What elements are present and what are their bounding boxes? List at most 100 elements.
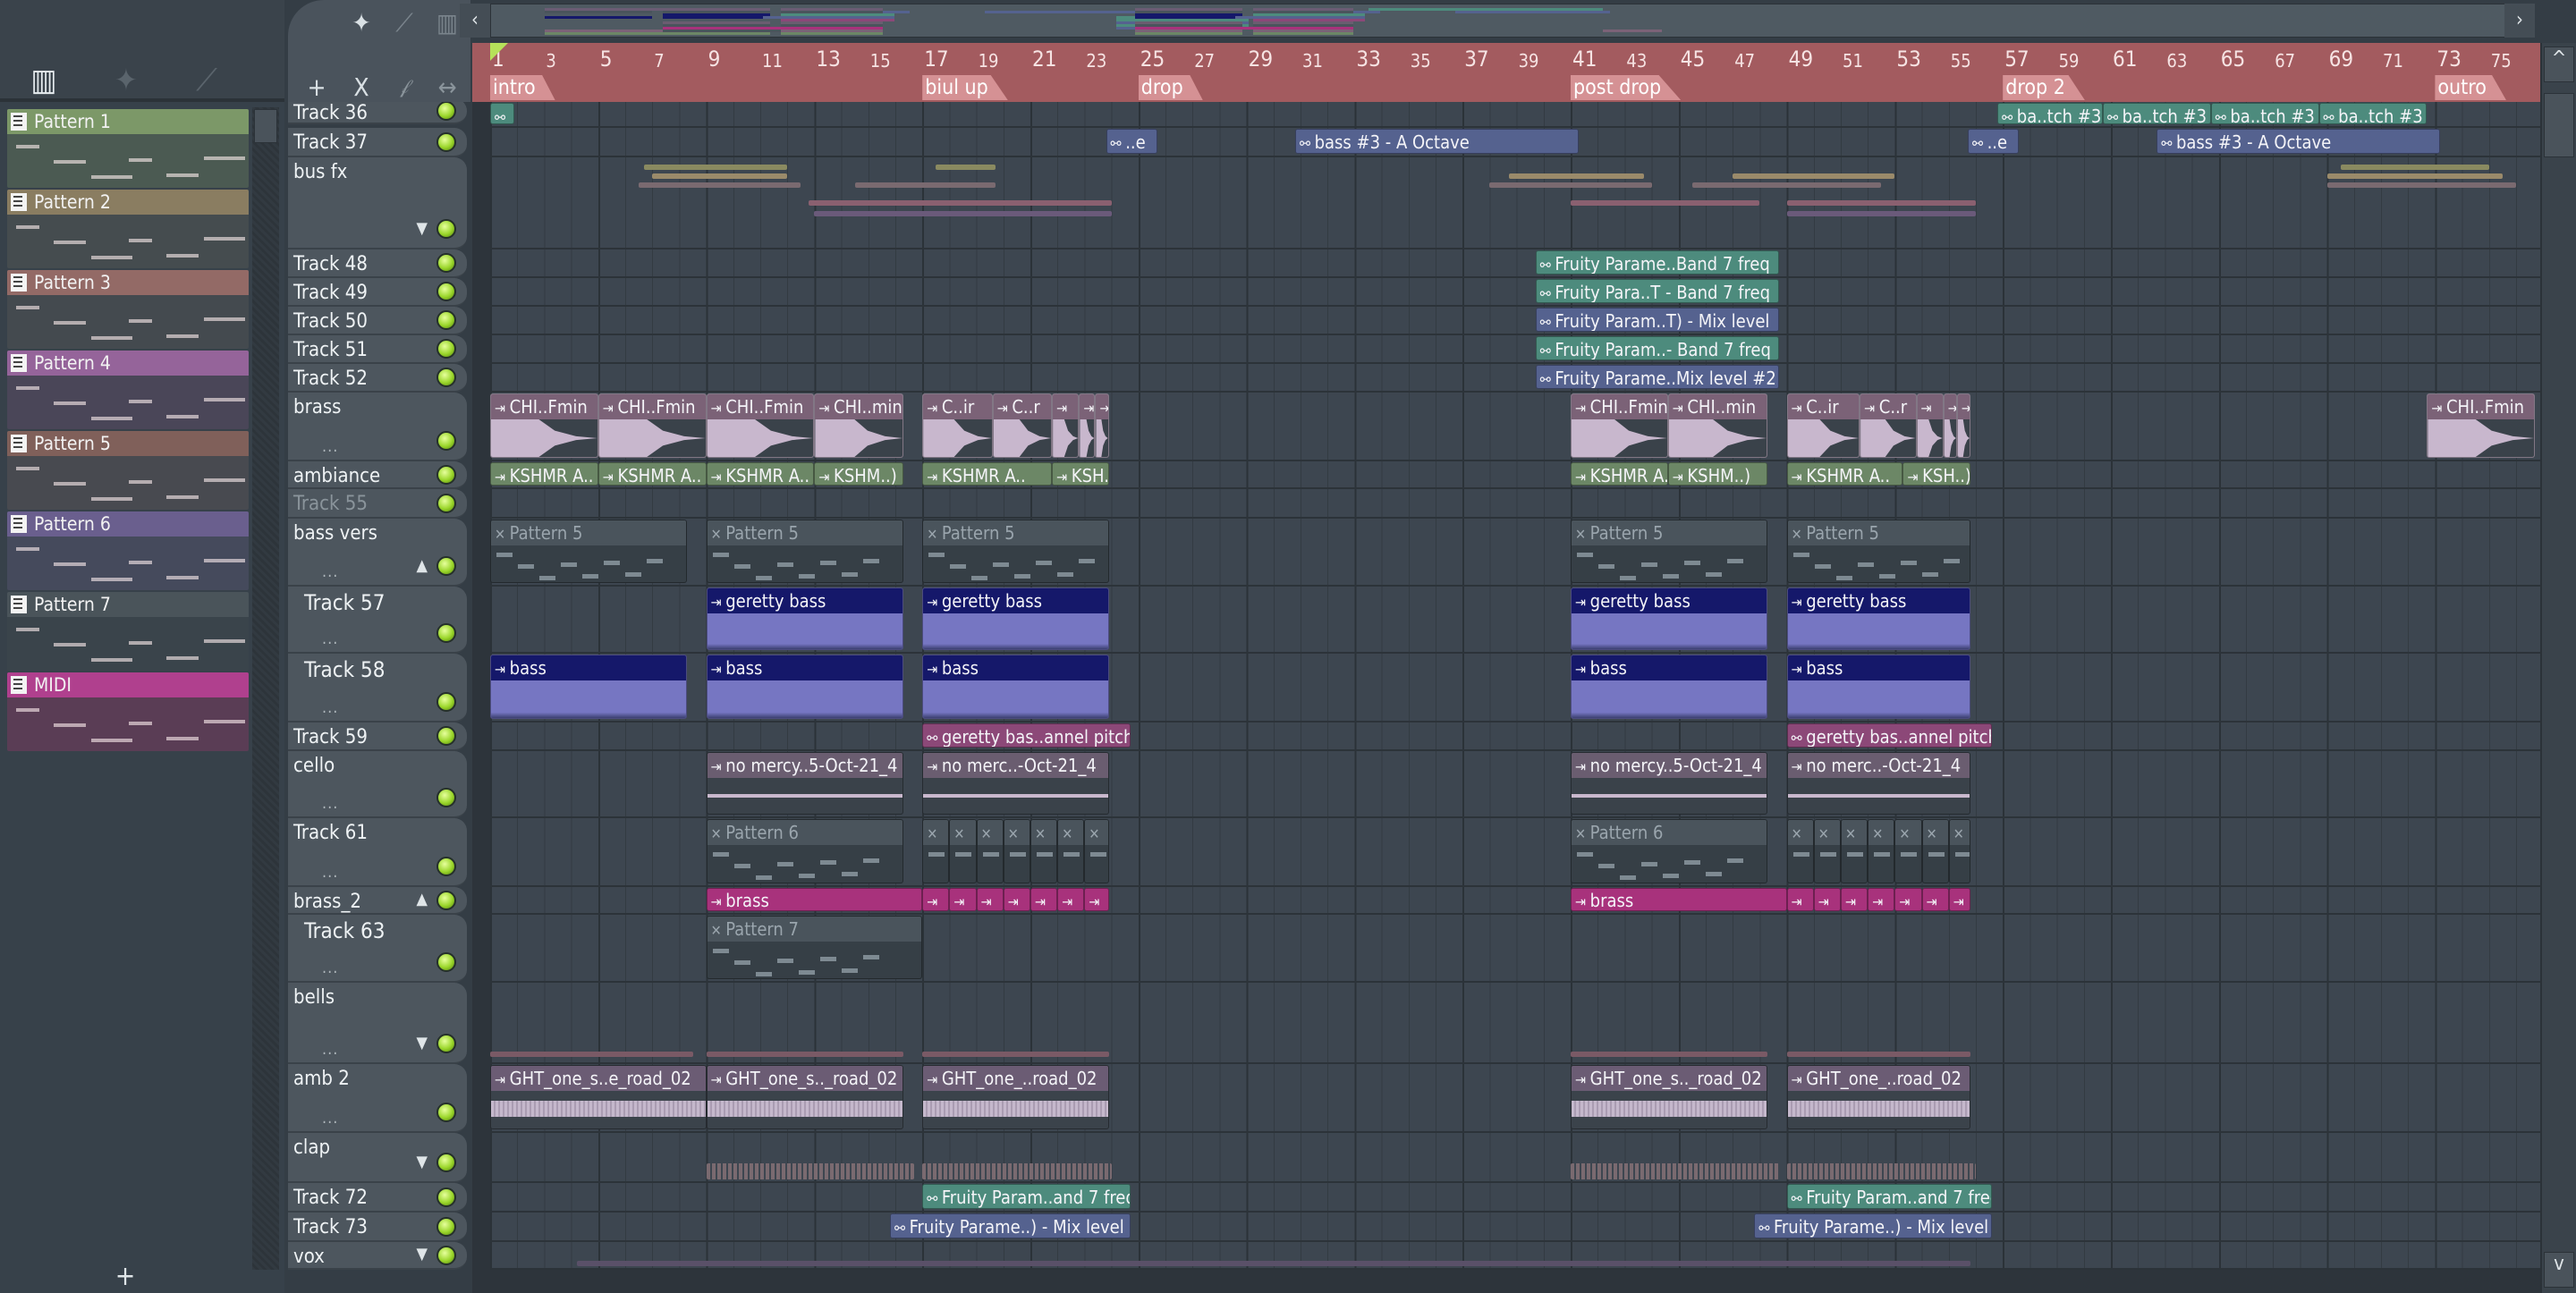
clip-magenta[interactable]: ⇥ [922,888,950,911]
track-mute-led[interactable] [436,465,456,485]
bar-number[interactable]: 3 [546,50,555,72]
collapsed-clip-strip[interactable] [639,182,801,188]
clip-magenta[interactable]: ⇥ [1003,888,1030,911]
clip-header[interactable]: ✕ [1787,820,1813,845]
clip-cello[interactable]: ⇥ no merc..-Oct-21_4 [1786,752,1970,815]
clip-header[interactable]: ⇥ C..ir [1787,394,1860,419]
stretch-tool-button[interactable]: ↔ [429,70,465,106]
collapsed-clip-strip[interactable] [922,1052,1109,1057]
clip-amb[interactable]: ⇥ KSHMR A.. [1786,462,1903,486]
clip-brass[interactable]: ⇥ [1079,393,1096,458]
clip-pattern[interactable]: ✕ Pattern 5 [706,520,904,583]
track-name[interactable]: Track 57 [304,590,385,615]
clip-header[interactable]: ⚯ Fruity Param..T) - Mix level [1536,308,1778,331]
clip-header[interactable]: ⇥ geretty bass [707,588,903,613]
track-options-icon[interactable]: ... [322,863,338,882]
clip-magenta[interactable]: ⇥ [949,888,977,911]
clip-header[interactable]: ⇥ [1922,889,1948,910]
clip-header[interactable]: ⚯ ba..tch #3 [2211,104,2318,123]
clip-magenta[interactable]: ⇥ brass [706,888,923,911]
track-header[interactable]: brass... [288,393,467,461]
track-name[interactable]: Track 58 [304,657,385,682]
clip-blue[interactable]: ⇥ bass [1571,655,1768,719]
clip-header[interactable]: ✕ [1004,820,1030,845]
clip-brass[interactable]: ⇥ CHI..Fmin [597,393,707,458]
pattern-header[interactable]: Pattern 5 [7,431,249,456]
clip-header[interactable]: ⇥ [1895,889,1921,910]
collapsed-clip-strip[interactable] [706,1052,904,1057]
pattern-item[interactable]: Pattern 6 [7,511,249,590]
clip-blue[interactable]: ⇥ geretty bass [706,587,904,650]
clip-teal[interactable]: ⚯ Fruity Parame..Band 7 freq [1535,250,1779,275]
track-lane[interactable]: ⇥ CHI..Fmin ⇥ CHI..Fmin ⇥ CHI..Fmin ⇥ CHI..… [490,393,2540,461]
clip-header[interactable]: ⇥ bass [1572,655,1767,680]
track-mute-led[interactable] [436,219,456,239]
clip-header[interactable]: ⚯ ba..tch #3 [2319,104,2427,123]
track-name[interactable]: amb 2 [293,1068,350,1090]
bar-number[interactable]: 31 [1302,50,1323,72]
track-header[interactable]: Track 51 [288,335,467,364]
clip-amb[interactable]: ⇥ KSHMR A.. [597,462,707,486]
track-header[interactable]: Track 37 [288,128,467,157]
bar-number[interactable]: 49 [1789,46,1813,72]
clip-header[interactable]: ⚯ ba..tch #3 [1998,104,2102,123]
track-name[interactable]: brass [293,396,341,418]
clip-header[interactable]: ✕ [977,820,1003,845]
track-name[interactable]: Track 49 [293,282,368,304]
track-options-icon[interactable]: ... [322,437,338,456]
clip-brass[interactable]: ⇥ CHI..min [1667,393,1768,458]
track-mute-led[interactable] [436,726,456,746]
track-mute-led[interactable] [436,1103,456,1122]
collapsed-clip-strip[interactable] [2340,165,2489,170]
track-options-icon[interactable]: ... [322,1040,338,1059]
clip-amb[interactable]: ⇥ KSHMR A.. [922,462,1053,486]
clip-magenta[interactable]: ⇥ [1894,888,1922,911]
clip-ght[interactable]: ⇥ GHT_one_s.._road_02 [706,1065,904,1129]
track-mute-led[interactable] [436,788,456,807]
bar-number[interactable]: 43 [1626,50,1647,72]
pattern-item[interactable]: Pattern 4 [7,351,249,429]
track-name[interactable]: Track 55 [293,493,368,515]
track-lane[interactable]: ⚯ Fruity Param..- Band 7 freq [490,335,2540,364]
track-header[interactable]: Track 52 [288,364,467,393]
track-lane[interactable]: ⇥ bass ⇥ bass ⇥ bass ⇥ bass ⇥ bass [490,654,2540,723]
bar-number[interactable]: 41 [1572,46,1597,72]
clip-pitch[interactable]: ⚯ geretty bas..annel pitch [922,723,1131,748]
pattern-item[interactable]: Pattern 5 [7,431,249,510]
clip-autoblue[interactable]: ⚯ Fruity Parame..) - Mix level [889,1213,1131,1238]
track-lane[interactable]: ⚯ Fruity Param..T) - Mix level [490,307,2540,335]
clip-header[interactable]: ⇥ [1787,889,1813,910]
clip-magenta[interactable]: ⇥ [1813,888,1841,911]
clip-pattern[interactable]: ✕ [1841,819,1868,883]
clip-teal[interactable]: ⚯ Fruity Para..T - Band 7 freq [1535,279,1779,303]
clip-pattern[interactable]: ✕ [1921,819,1949,883]
clip-pattern[interactable]: ✕ Pattern 5 [922,520,1109,583]
clip-header[interactable]: ✕ Pattern 5 [1572,520,1767,545]
track-lane[interactable]: ✕ Pattern 5 ✕ Pattern 5 ✕ Pattern 5 ✕ Patte… [490,519,2540,587]
collapsed-clip-strip[interactable] [644,165,788,170]
timeline-ruler[interactable]: 1 3 5 7 9 11 13 15 17 19 21 23 25 27 29 31 33 35 37 39 41 43 4… [472,43,2540,102]
clip-magenta[interactable]: ⇥ [1084,888,1109,911]
track-mute-led[interactable] [436,1187,456,1207]
clip-header[interactable]: ⇥ C..r [993,394,1052,419]
collapsed-clip-strip[interactable] [922,1163,1112,1179]
clip-header[interactable]: ✕ [1949,820,1970,845]
clip-header[interactable]: ⇥ no merc..-Oct-21_4 [923,753,1108,778]
clip-header[interactable]: ✕ Pattern 5 [923,520,1108,545]
track-options-icon[interactable]: ... [322,1109,338,1128]
track-name[interactable]: ambiance [293,465,380,487]
bar-number[interactable]: 75 [2491,50,2512,72]
track-header[interactable]: bells... ▼ [288,983,467,1064]
clip-header[interactable]: ⇥ KSHMR A.. [1572,463,1667,485]
track-header[interactable]: ambiance [288,461,467,489]
clip-header[interactable]: ⇥ GHT_one_s.._road_02 [707,1066,903,1091]
track-mute-led[interactable] [436,952,456,972]
clip-header[interactable]: ✕ [1085,820,1108,845]
clip-autoblue[interactable]: ⚯ Fruity Parame..) - Mix level [1754,1213,1993,1238]
track-mute-led[interactable] [436,1246,456,1265]
clip-header[interactable]: ⇥ [1096,394,1108,419]
track-header[interactable]: Track 58... [288,654,467,723]
clip-header[interactable]: ⚯ Fruity Param..and 7 freq [1787,1185,1992,1208]
track-mute-led[interactable] [436,494,456,513]
track-lanes[interactable]: ⚯ ⚯ ba..tch #3 ⚯ ba..tch #3 ⚯ ba..tch #3 ⚯ … [490,102,2540,1293]
